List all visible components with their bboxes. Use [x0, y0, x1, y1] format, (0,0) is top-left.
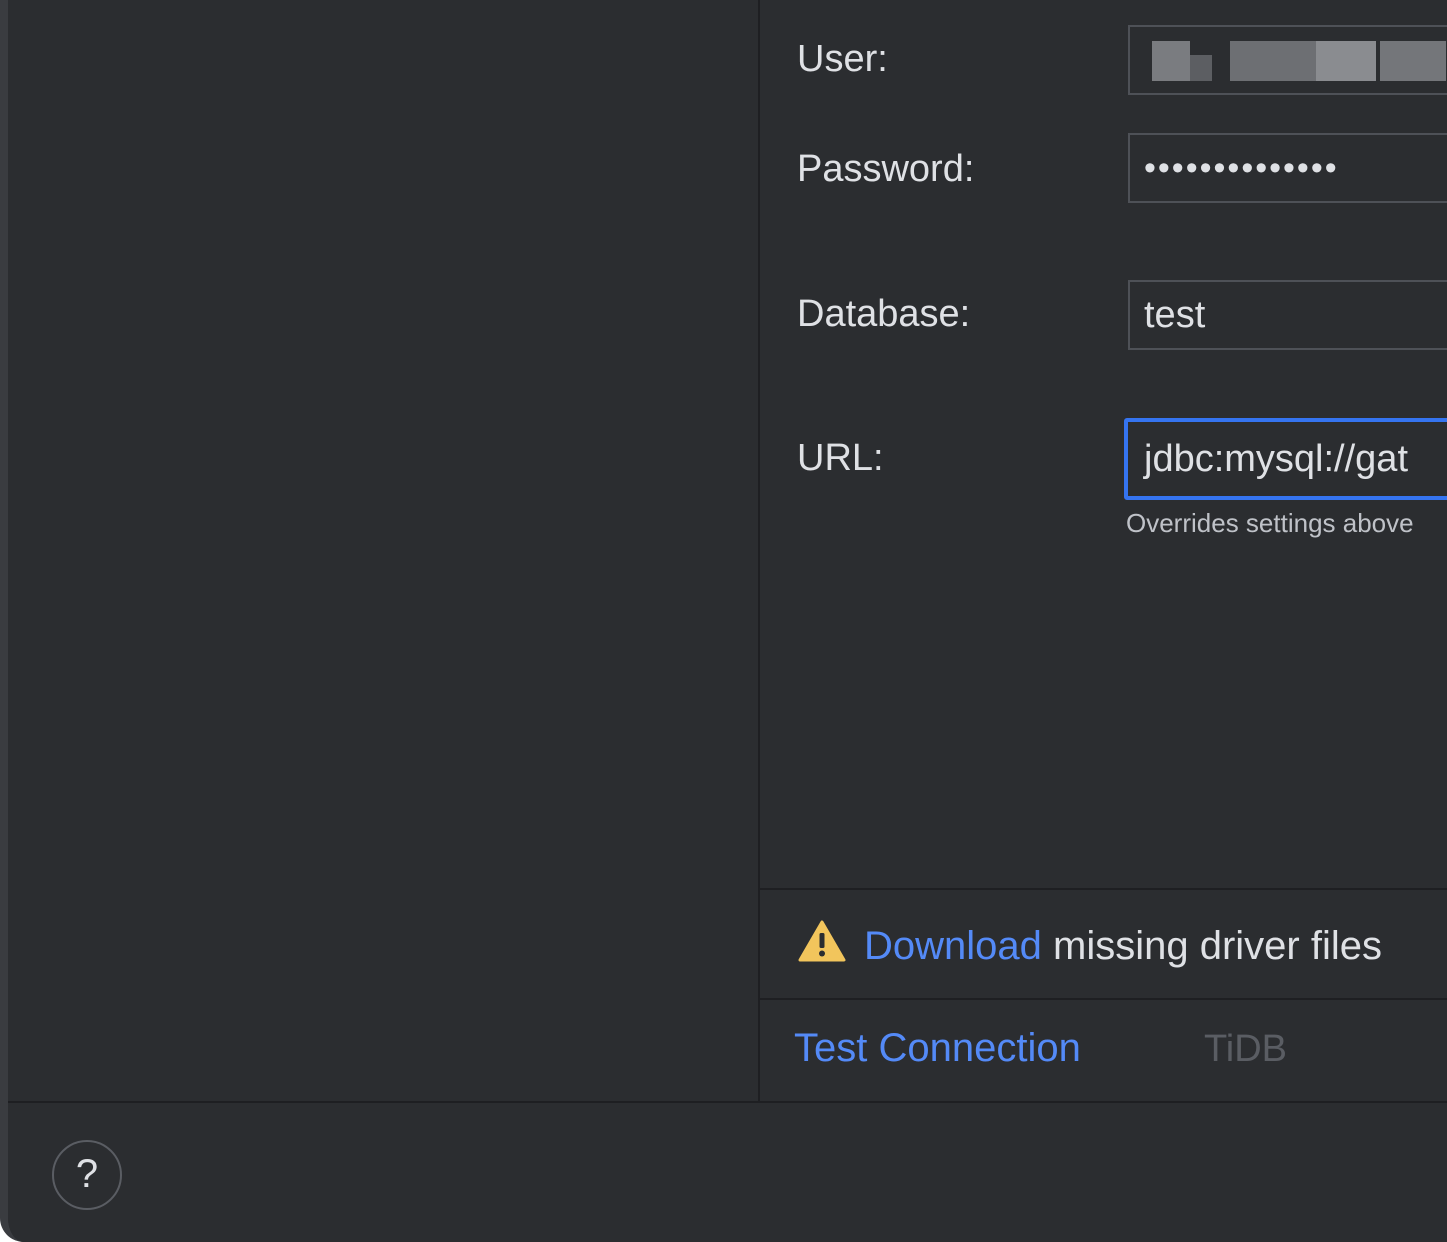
user-label: User: — [797, 38, 888, 80]
missing-driver-banner: Download missing driver files — [760, 888, 1447, 1000]
user-field[interactable] — [1128, 25, 1447, 95]
data-source-dialog: User: Password: •••••••••••••• Database:… — [0, 0, 1447, 1242]
obscured-username-part — [1380, 41, 1446, 81]
url-field[interactable]: jdbc:mysql://gat — [1124, 418, 1447, 500]
obscured-username-part — [1316, 41, 1376, 81]
dialog-footer: ? — [8, 1101, 1447, 1242]
password-label: Password: — [797, 148, 975, 190]
database-field[interactable]: test — [1128, 280, 1447, 350]
help-button[interactable]: ? — [52, 1140, 122, 1210]
obscured-username-part — [1190, 55, 1212, 81]
obscured-username — [1152, 41, 1190, 81]
warning-message: Download missing driver files — [864, 924, 1382, 969]
obscured-username-part — [1230, 41, 1316, 81]
url-label: URL: — [797, 437, 884, 479]
url-hint: Overrides settings above — [1126, 508, 1414, 538]
download-link[interactable]: Download — [864, 924, 1042, 968]
data-source-list-pane — [8, 0, 760, 1101]
password-field[interactable]: •••••••••••••• — [1128, 133, 1447, 203]
warning-icon — [798, 920, 846, 962]
test-connection-link[interactable]: Test Connection — [794, 1026, 1081, 1071]
connection-form: User: Password: •••••••••••••• Database:… — [760, 0, 1447, 1101]
question-circle-icon: ? — [75, 1152, 99, 1196]
connection-actions: Test Connection TiDB — [760, 998, 1447, 1101]
warning-text: missing driver files — [1041, 924, 1382, 968]
driver-label: TiDB — [1204, 1028, 1288, 1070]
database-label: Database: — [797, 293, 971, 335]
